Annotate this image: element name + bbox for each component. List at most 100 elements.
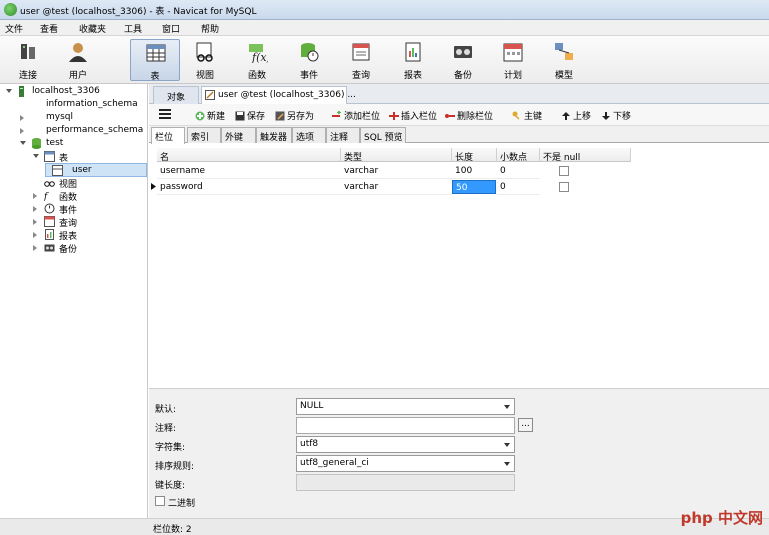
hamburger-icon <box>159 109 171 119</box>
save-button[interactable]: 保存 <box>235 109 265 122</box>
function-button[interactable]: f(x) 函数 <box>234 39 280 81</box>
arrow-up-icon <box>562 112 570 120</box>
design-table-icon <box>205 90 215 100</box>
add-field-button[interactable]: 添加栏位 <box>332 109 380 122</box>
subtab-triggers[interactable]: 触发器 <box>256 127 292 143</box>
cell-type[interactable]: varchar <box>341 163 452 179</box>
add-field-icon <box>332 111 341 117</box>
expand-arrow-icon[interactable] <box>20 128 24 134</box>
insert-field-button[interactable]: 插入栏位 <box>389 109 437 122</box>
subtab-sql-preview[interactable]: SQL 预览 <box>360 127 406 143</box>
key-length-input[interactable] <box>296 474 515 491</box>
query-button[interactable]: 查询 <box>338 39 384 81</box>
tree-db-performance-schema[interactable]: performance_schema <box>20 125 148 138</box>
default-combo[interactable]: NULL <box>296 398 515 415</box>
tab-user-table-editor[interactable]: user @test (localhost_3306) ... <box>201 86 356 104</box>
save-as-button[interactable]: 另存为 <box>275 109 314 122</box>
column-header-type[interactable]: 类型 <box>341 148 452 163</box>
column-header-length[interactable]: 长度 <box>452 148 497 163</box>
menu-tools[interactable]: 工具 <box>124 22 142 35</box>
expand-arrow-icon[interactable] <box>6 89 12 93</box>
connection-button[interactable]: 连接 <box>5 39 51 81</box>
table-icon <box>146 44 166 62</box>
subtab-foreign-keys[interactable]: 外键 <box>221 127 256 143</box>
key-icon <box>512 111 520 120</box>
primary-key-button[interactable]: 主键 <box>512 109 542 122</box>
new-button[interactable]: 新建 <box>195 109 225 122</box>
menu-favorites[interactable]: 收藏夹 <box>79 22 106 35</box>
table-node-icon <box>52 165 63 176</box>
table-button[interactable]: 表 <box>130 39 180 82</box>
tree-events[interactable]: 事件 <box>33 203 148 216</box>
user-button[interactable]: 用户 <box>55 39 101 81</box>
expand-arrow-icon[interactable] <box>20 115 24 121</box>
tree-backups[interactable]: 备份 <box>33 242 148 255</box>
tab-objects[interactable]: 对象 <box>153 86 199 104</box>
expand-arrow-icon[interactable] <box>33 245 37 251</box>
cell-length-editing[interactable]: 50 <box>452 180 496 194</box>
subtab-comment[interactable]: 注释 <box>326 127 360 143</box>
subtab-fields[interactable]: 栏位 <box>151 127 185 144</box>
report-node-icon <box>45 229 54 240</box>
binary-checkbox[interactable] <box>155 496 165 506</box>
menu-view[interactable]: 查看 <box>40 22 58 35</box>
report-button[interactable]: 报表 <box>390 39 436 81</box>
tree-views[interactable]: 视图 <box>33 177 148 190</box>
backup-button[interactable]: 备份 <box>440 39 486 81</box>
expand-arrow-icon[interactable] <box>33 154 39 158</box>
expand-arrow-icon[interactable] <box>33 232 37 238</box>
tree-db-mysql[interactable]: mysql <box>20 112 148 125</box>
expand-arrow-icon[interactable] <box>20 141 26 145</box>
column-header-decimals[interactable]: 小数点 <box>497 148 540 163</box>
event-button[interactable]: 事件 <box>286 39 332 81</box>
tree-functions[interactable]: f 函数 <box>33 190 148 203</box>
document-tabs: 对象 user @test (localhost_3306) ... <box>149 84 769 104</box>
subtab-indexes[interactable]: 索引 <box>187 127 221 143</box>
collation-label: 排序规则: <box>155 462 195 472</box>
tree-reports[interactable]: 报表 <box>33 229 148 242</box>
view-node-icon <box>44 181 55 187</box>
move-up-button[interactable]: 上移 <box>561 109 591 122</box>
cell-type[interactable]: varchar <box>341 179 452 195</box>
dropdown-arrow-icon <box>504 443 510 447</box>
charset-combo[interactable]: utf8 <box>296 436 515 453</box>
cell-decimals[interactable]: 0 <box>497 179 540 195</box>
current-row-indicator-icon <box>151 183 156 190</box>
delete-field-button[interactable]: 删除栏位 <box>445 109 493 122</box>
collation-combo[interactable]: utf8_general_ci <box>296 455 515 472</box>
move-down-button[interactable]: 下移 <box>601 109 631 122</box>
subtab-options[interactable]: 选项 <box>292 127 326 143</box>
model-button[interactable]: 模型 <box>541 39 587 81</box>
not-null-checkbox[interactable] <box>559 182 569 192</box>
comment-browse-button[interactable]: ... <box>518 418 533 432</box>
menu-file[interactable]: 文件 <box>5 22 23 35</box>
cell-length[interactable]: 100 <box>452 163 497 179</box>
schedule-button[interactable]: 计划 <box>490 39 536 81</box>
expand-arrow-icon[interactable] <box>33 193 37 199</box>
hamburger-menu-button[interactable] <box>159 109 171 122</box>
arrow-down-icon <box>602 112 610 120</box>
expand-arrow-icon[interactable] <box>33 206 37 212</box>
tree-db-test[interactable]: test <box>20 138 148 151</box>
comment-input[interactable] <box>296 417 515 434</box>
expand-arrow-icon[interactable] <box>33 219 37 225</box>
menu-help[interactable]: 帮助 <box>201 22 219 35</box>
tree-table-user[interactable]: user <box>45 163 147 177</box>
cell-name[interactable]: username <box>157 163 341 179</box>
view-button[interactable]: 视图 <box>182 39 228 81</box>
event-icon <box>301 43 319 62</box>
not-null-checkbox[interactable] <box>559 166 569 176</box>
tree-db-information-schema[interactable]: information_schema <box>20 99 148 112</box>
column-header-name[interactable]: 名 <box>157 148 341 163</box>
menu-window[interactable]: 窗口 <box>162 22 180 35</box>
cell-decimals[interactable]: 0 <box>497 163 540 179</box>
tree-connection[interactable]: localhost_3306 <box>6 86 146 99</box>
table-node-icon <box>44 151 55 162</box>
cell-name[interactable]: password <box>157 179 341 195</box>
view-icon <box>196 42 213 62</box>
binary-label: 二进制 <box>168 499 196 509</box>
query-node-icon <box>44 216 55 227</box>
tree-queries[interactable]: 查询 <box>33 216 148 229</box>
key-length-label: 键长度: <box>155 481 186 491</box>
column-header-not-null[interactable]: 不是 null <box>540 148 631 163</box>
